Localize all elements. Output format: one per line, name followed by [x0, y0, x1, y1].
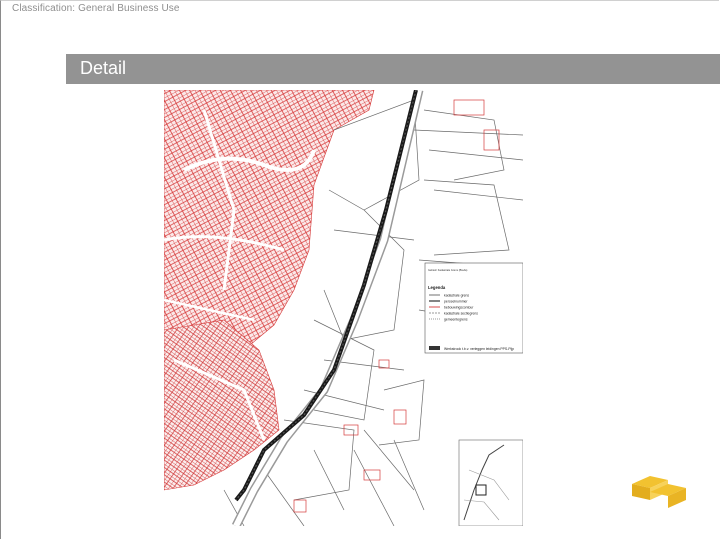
slide-title: Detail — [80, 58, 127, 78]
legend-item-5: gemeentegrens — [444, 318, 468, 322]
legend-info: Gebied: Kadastrale Grens (Breda) — [428, 268, 467, 272]
legend-heading: Legenda — [428, 285, 446, 290]
legend-item-4: kadastrale sectiegrens — [444, 312, 478, 316]
company-logo — [628, 470, 713, 530]
legend-project: Werkstrook t.b.v. verleggen leidingen PP… — [444, 347, 514, 351]
title-bar: Detail — [66, 54, 720, 84]
legend-item-3: bebouwingscontour — [444, 306, 474, 310]
logo-mark-icon — [632, 476, 686, 508]
town-parcels-south — [164, 319, 280, 491]
overview-inset — [458, 439, 523, 526]
map-legend: Gebied: Kadastrale Grens (Breda) Legenda… — [424, 262, 523, 354]
classification-label: Classification: General Business Use — [12, 3, 180, 14]
map-svg: Gebied: Kadastrale Grens (Breda) Legenda… — [164, 90, 523, 526]
legend-item-2: perceelnummer — [444, 300, 468, 304]
cadastral-map: Gebied: Kadastrale Grens (Breda) Legenda… — [164, 90, 523, 526]
legend-item-1: kadastrale grens — [444, 294, 469, 298]
